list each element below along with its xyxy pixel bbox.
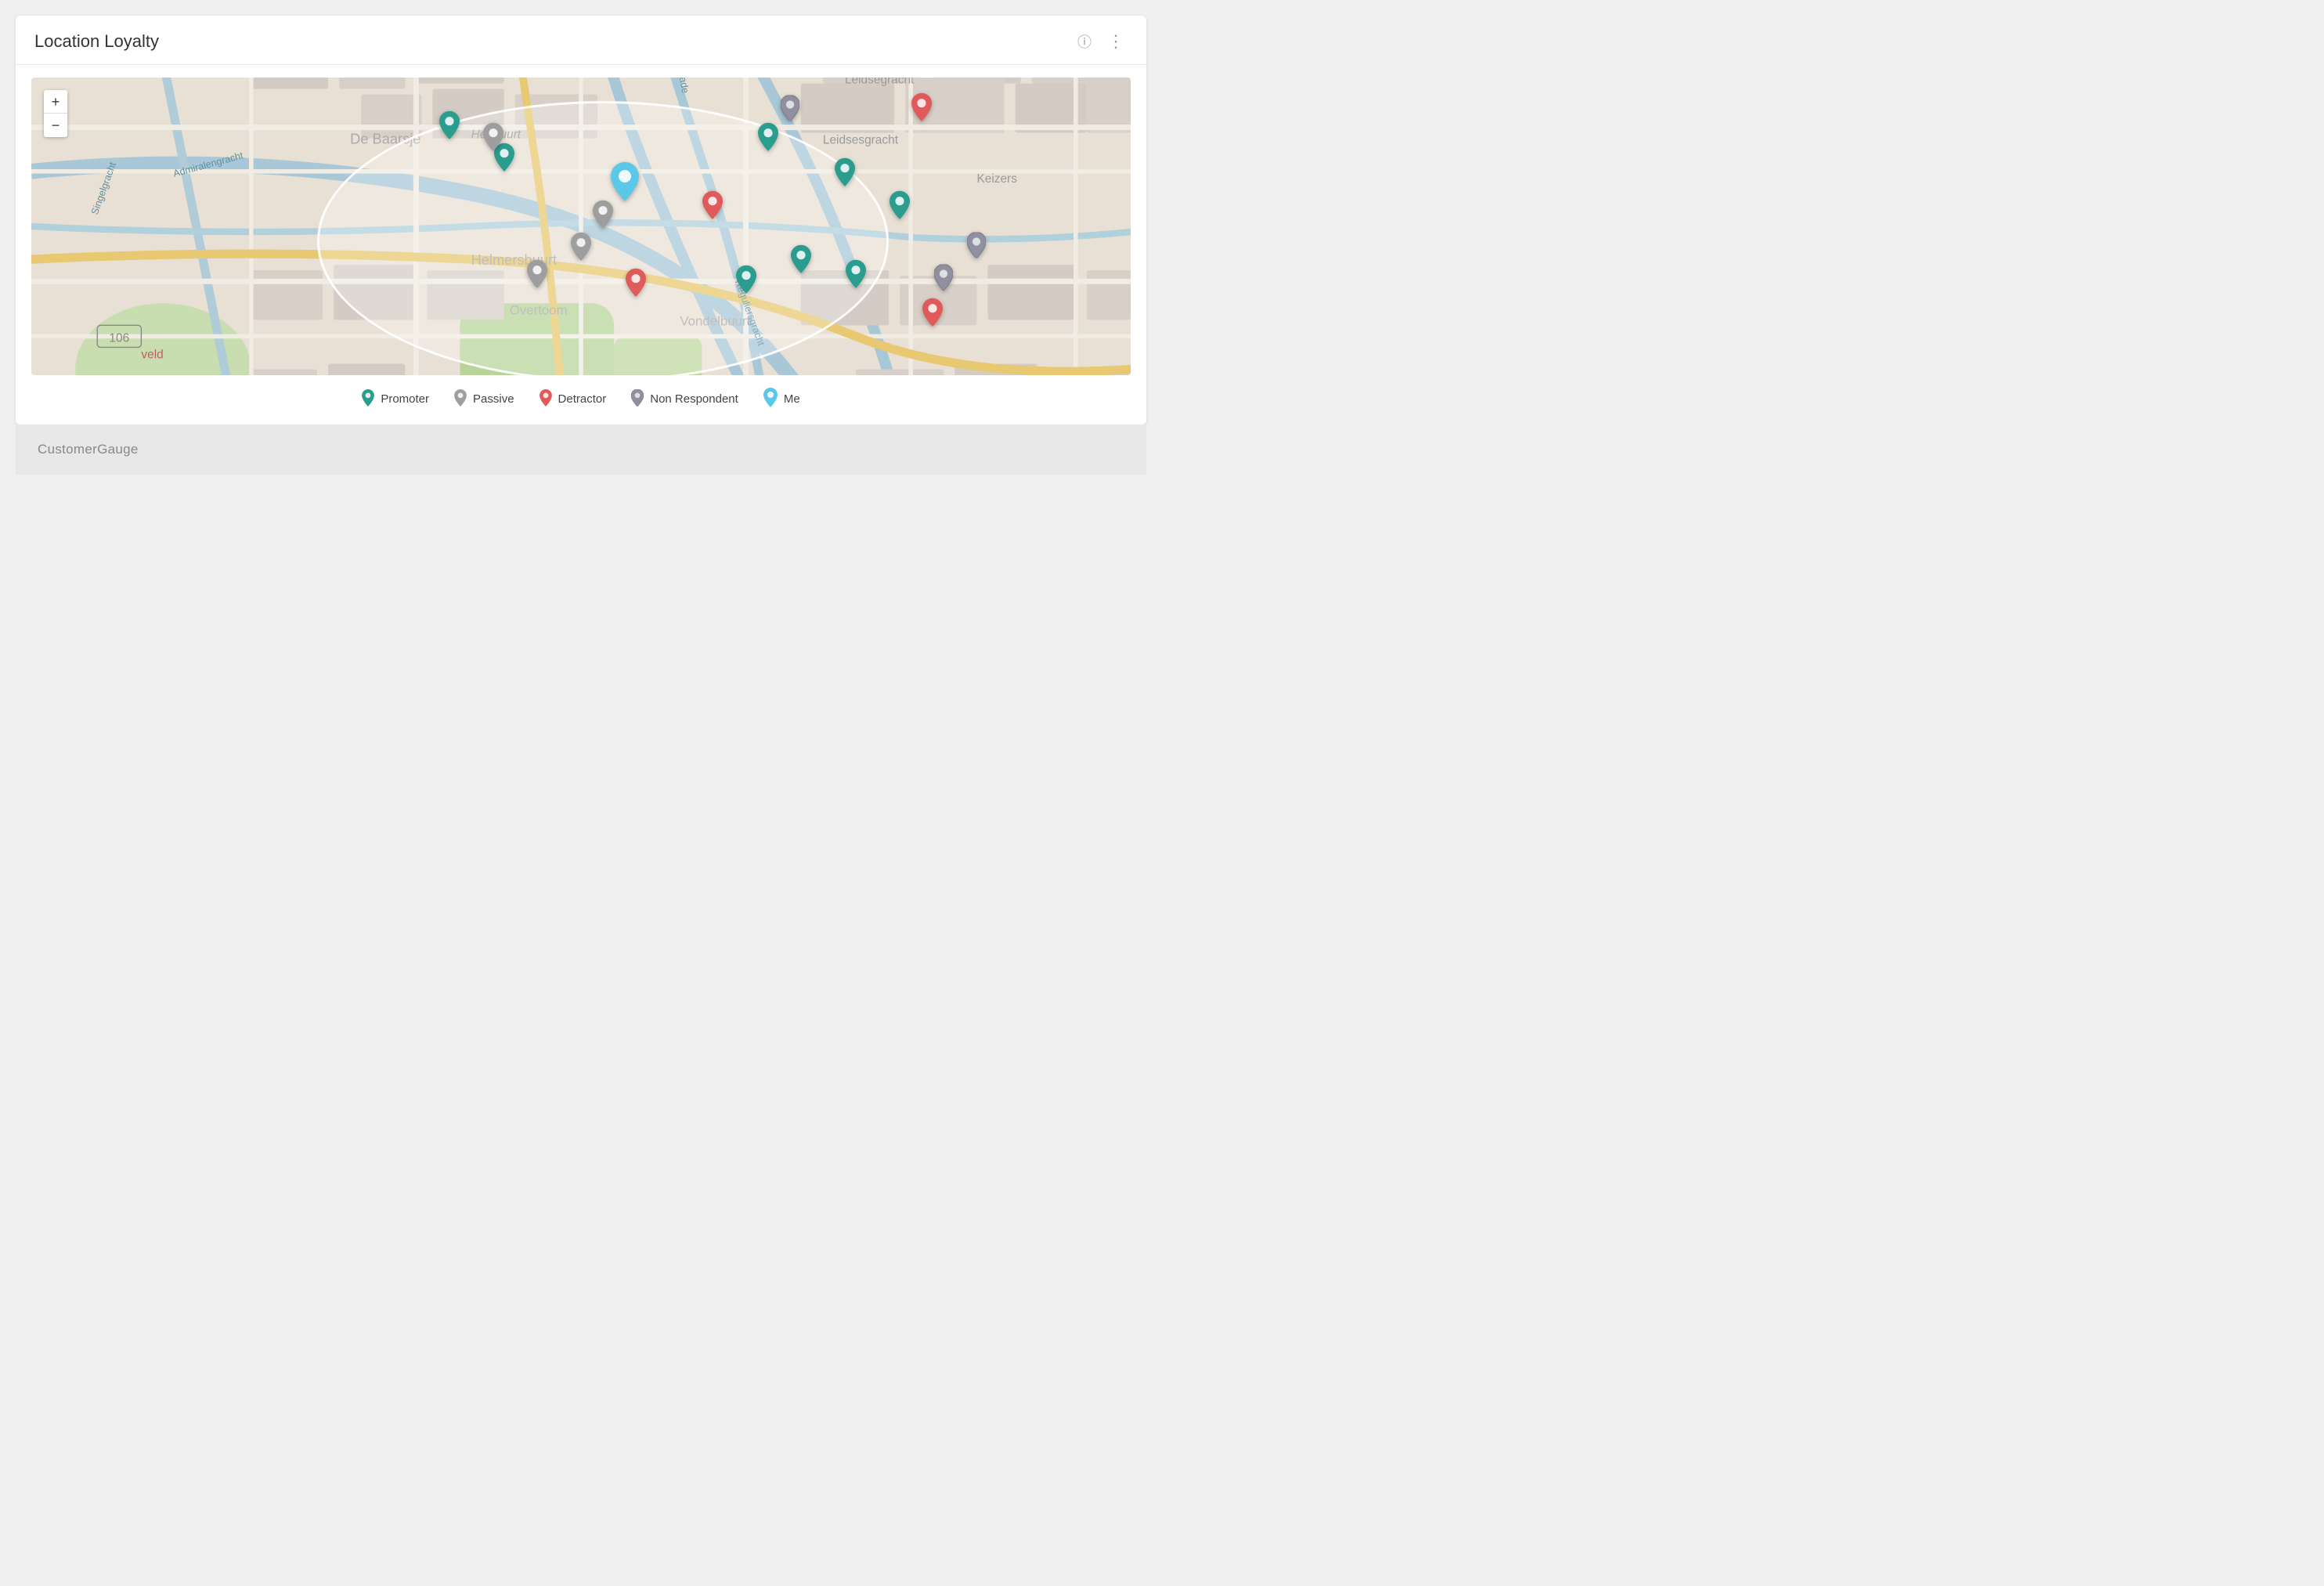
legend-item-promoter: Promoter	[362, 389, 429, 410]
widget-title: Location Loyalty	[34, 31, 159, 52]
pin-p1[interactable]	[439, 110, 460, 143]
zoom-in-button[interactable]: +	[44, 90, 67, 114]
svg-text:Keizers: Keizers	[976, 172, 1017, 186]
legend-label-me: Me	[784, 392, 800, 406]
pin-p7[interactable]	[736, 266, 756, 298]
map-controls: + −	[44, 90, 67, 137]
pin-passive4[interactable]	[527, 259, 547, 291]
legend-label-detractor: Detractor	[558, 392, 607, 406]
pin-passive1[interactable]	[483, 122, 503, 154]
svg-text:Vondelbuurt: Vondelbuurt	[680, 313, 750, 328]
svg-text:Leidsegracht: Leidsegracht	[845, 78, 915, 86]
pin-det2[interactable]	[626, 269, 646, 301]
svg-text:Overtoom: Overtoom	[510, 302, 568, 317]
pin-nr3[interactable]	[967, 232, 986, 262]
map-container[interactable]: Amsterdam De Baarsje Helmersbuurt Overto…	[31, 78, 1131, 375]
pin-me1[interactable]	[611, 162, 639, 205]
pin-p5[interactable]	[890, 191, 910, 223]
map-legend: Promoter Passive Detractor Non Responden…	[16, 375, 1146, 424]
pin-det1[interactable]	[702, 191, 723, 223]
legend-pin-passive	[454, 389, 467, 410]
more-button[interactable]: ⋮	[1104, 31, 1128, 52]
zoom-out-button[interactable]: −	[44, 114, 67, 137]
pin-det3[interactable]	[911, 92, 932, 125]
legend-item-detractor: Detractor	[540, 389, 607, 410]
legend-label-passive: Passive	[473, 392, 514, 406]
pin-nr1[interactable]	[781, 95, 799, 125]
legend-item-passive: Passive	[454, 389, 514, 410]
svg-text:De Baarsje: De Baarsje	[350, 131, 420, 147]
pin-det4[interactable]	[922, 298, 943, 331]
header-actions: ⓘ ⋮	[1074, 30, 1128, 53]
widget-header: Location Loyalty ⓘ ⋮	[16, 16, 1146, 65]
info-icon: ⓘ	[1077, 34, 1092, 50]
pin-nr2[interactable]	[934, 265, 953, 295]
widget-card: Location Loyalty ⓘ ⋮	[16, 16, 1146, 424]
more-icon: ⋮	[1107, 31, 1124, 51]
page-footer: CustomerGauge	[16, 424, 1146, 475]
legend-label-non_respondent: Non Respondent	[650, 392, 738, 406]
legend-item-non_respondent: Non Respondent	[631, 389, 738, 410]
svg-text:veld: veld	[141, 348, 163, 361]
legend-pin-promoter	[362, 389, 374, 410]
legend-pin-me	[763, 388, 778, 410]
pin-passive3[interactable]	[571, 233, 591, 265]
legend-label-promoter: Promoter	[381, 392, 429, 406]
map-background: Amsterdam De Baarsje Helmersbuurt Overto…	[31, 78, 1131, 375]
legend-pin-non_respondent	[631, 389, 644, 410]
legend-item-me: Me	[763, 388, 800, 410]
pin-p6[interactable]	[791, 244, 811, 276]
legend-pin-detractor	[540, 389, 552, 410]
pin-p3[interactable]	[758, 122, 778, 154]
svg-text:106: 106	[109, 331, 129, 345]
brand-logo: CustomerGauge	[38, 442, 1124, 457]
info-button[interactable]: ⓘ	[1074, 30, 1095, 53]
svg-text:Leidsesgracht: Leidsesgracht	[823, 134, 899, 147]
pin-p4[interactable]	[835, 158, 855, 190]
pin-p8[interactable]	[846, 259, 866, 291]
